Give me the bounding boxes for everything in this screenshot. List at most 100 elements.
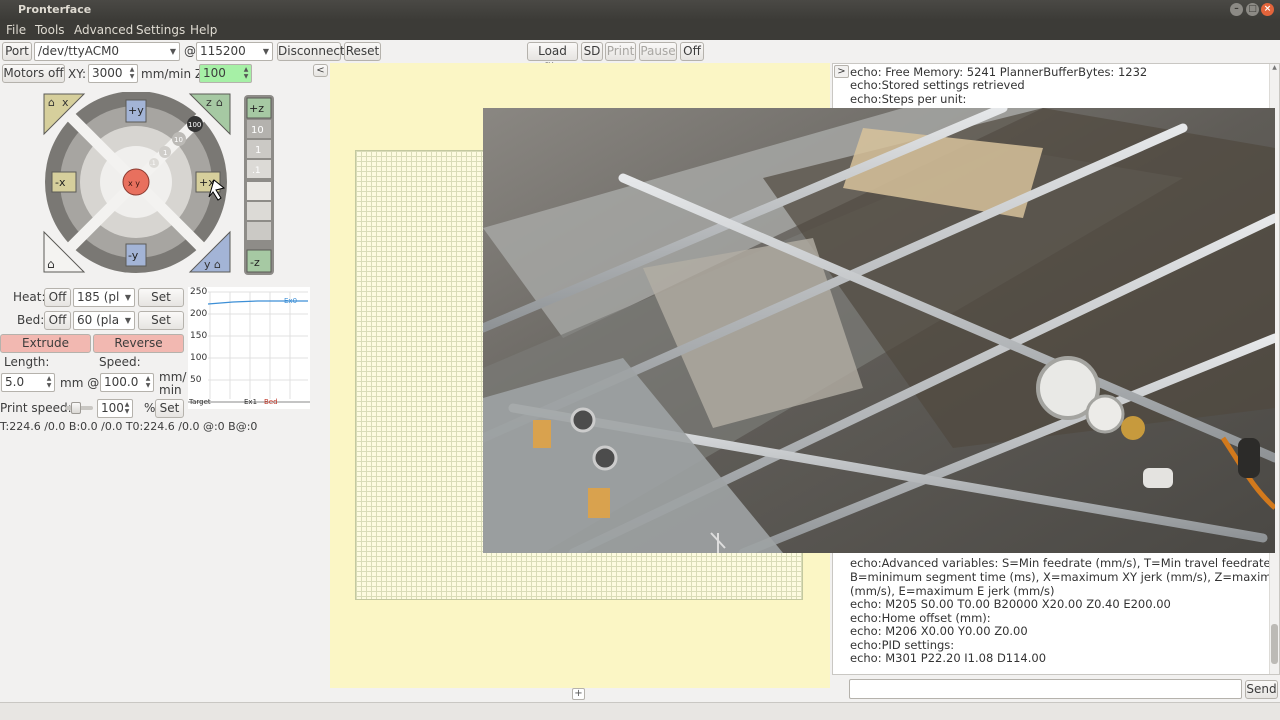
ex0-label: Ex0: [284, 297, 298, 305]
z-step-neg-1-button[interactable]: [247, 202, 271, 220]
minus-z-label: -z: [250, 256, 260, 269]
print-speed-value: 100: [101, 401, 124, 415]
extrude-button[interactable]: Extrude: [0, 334, 91, 353]
add-panel-button[interactable]: +: [572, 688, 585, 700]
graph-ytick: 250: [190, 287, 208, 297]
xy-feedrate-value: 3000: [92, 66, 123, 80]
length-input[interactable]: 5.0 ▲ ▼: [1, 373, 55, 392]
scroll-up-icon[interactable]: ▲: [1270, 64, 1279, 71]
spin-icon: ▲ ▼: [129, 66, 135, 80]
motors-off-button[interactable]: Motors off: [2, 64, 65, 83]
bed-set-button[interactable]: Set: [138, 311, 184, 330]
chevron-down-icon: ▼: [169, 47, 176, 56]
collapse-button[interactable]: <: [313, 64, 328, 77]
heat-off-button[interactable]: Off: [44, 288, 71, 307]
menu-advanced[interactable]: Advanced: [74, 23, 133, 37]
speed-units-label-2: min: [159, 383, 182, 397]
maximize-icon[interactable]: □: [1246, 3, 1259, 16]
home-icon: ⌂: [214, 258, 221, 271]
step-1-label: 1: [163, 149, 167, 157]
chevron-down-icon: ▼: [124, 316, 131, 325]
minus-y-label: -y: [128, 249, 139, 262]
printer-camera-video: [483, 108, 1275, 553]
log-line: echo:Stored settings retrieved: [850, 78, 1025, 92]
length-label: Length:: [4, 355, 50, 369]
plus-y-label: +y: [128, 104, 144, 117]
log-line: echo:Advanced variables: S=Min feedrate …: [850, 556, 1280, 570]
step-0.1-label: .1: [150, 160, 156, 167]
z-jog-control[interactable]: +z 10 1 .1 -z: [243, 94, 275, 276]
graph-ytick: 50: [190, 375, 202, 385]
log-line: echo:PID settings:: [850, 638, 955, 652]
pause-button[interactable]: Pause: [639, 42, 677, 61]
menu-help[interactable]: Help: [190, 23, 217, 37]
port-button[interactable]: Port: [2, 42, 32, 61]
step-100-label: 100: [188, 121, 201, 129]
home-icon: ⌂: [48, 96, 55, 109]
disconnect-button[interactable]: Disconnect: [277, 42, 345, 61]
off-button[interactable]: Off: [680, 42, 704, 61]
log-line: echo: M206 X0.00 Y0.00 Z0.00: [850, 624, 1028, 638]
heat-temp-value: 185 (pl: [77, 290, 120, 304]
plus-z-label: +z: [249, 102, 264, 115]
port-combo[interactable]: /dev/ttyACM0 ▼: [34, 42, 180, 61]
center-label: x y: [128, 179, 140, 188]
menu-settings[interactable]: Settings: [136, 23, 185, 37]
log-scrollbar-thumb[interactable]: [1271, 624, 1278, 664]
port-value: /dev/ttyACM0: [38, 44, 120, 58]
status-bar: [0, 702, 1280, 720]
graph-ytick: 150: [190, 331, 208, 341]
baud-value: 115200: [200, 44, 246, 58]
z-step-10-label: 10: [251, 125, 264, 136]
baud-combo[interactable]: 115200 ▼: [196, 42, 273, 61]
z-step-neg-0.1-button[interactable]: [247, 182, 271, 200]
step-10-label: 10: [174, 136, 183, 144]
sd-button[interactable]: SD: [581, 42, 603, 61]
xy-jog-control[interactable]: ⌂ x z ⌂ ⌂ y ⌂ +y -y -x +x x y 100 10 1 .…: [42, 92, 234, 278]
window-title: Pronterface: [18, 3, 92, 16]
z-step-neg-10-button[interactable]: [247, 222, 271, 240]
length-value: 5.0: [5, 375, 25, 389]
expand-button[interactable]: >: [834, 65, 849, 78]
menu-tools[interactable]: Tools: [35, 23, 65, 37]
heat-set-button[interactable]: Set: [138, 288, 184, 307]
connection-toolbar: Port /dev/ttyACM0 ▼ @ 115200 ▼ Disconnec…: [0, 40, 1280, 75]
load-file-button[interactable]: Load file: [527, 42, 578, 75]
print-speed-slider-handle[interactable]: [71, 402, 81, 414]
mm-at-label: mm @: [60, 376, 100, 390]
minimize-icon[interactable]: –: [1230, 3, 1243, 16]
z-feedrate-input[interactable]: 100 ▲ ▼: [199, 64, 252, 83]
log-line: (mm/s), E=maximum E jerk (mm/s): [850, 584, 1055, 598]
bed-label: Bed:: [17, 313, 45, 327]
close-icon[interactable]: ×: [1261, 3, 1274, 16]
reset-button[interactable]: Reset: [344, 42, 381, 61]
bed-off-button[interactable]: Off: [44, 311, 71, 330]
home-icon: ⌂: [47, 257, 55, 271]
z-step-0.1-label: .1: [252, 166, 261, 176]
z-step-1-label: 1: [255, 145, 261, 156]
log-line: echo: M205 S0.00 T0.00 B20000 X20.00 Z0.…: [850, 597, 1171, 611]
minus-x-label: -x: [55, 176, 66, 189]
bed-temp-combo[interactable]: 60 (pla ▼: [73, 311, 135, 330]
reverse-button[interactable]: Reverse: [93, 334, 184, 353]
command-input[interactable]: [849, 679, 1242, 699]
xy-feedrate-input[interactable]: 3000 ▲ ▼: [88, 64, 138, 83]
legend-ex1: Ex1: [244, 398, 258, 406]
legend-bed: Bed: [264, 398, 278, 406]
spin-icon: ▲ ▼: [243, 66, 249, 80]
send-button[interactable]: Send: [1245, 680, 1278, 699]
print-speed-input[interactable]: 100 ▲ ▼: [97, 399, 133, 418]
percent-label: %: [144, 401, 156, 415]
heat-temp-combo[interactable]: 185 (pl ▼: [73, 288, 135, 307]
spin-icon: ▲ ▼: [46, 375, 52, 389]
print-speed-set-button[interactable]: Set: [155, 399, 184, 418]
spin-icon: ▲ ▼: [124, 401, 130, 415]
speed-input[interactable]: 100.0 ▲ ▼: [100, 373, 154, 392]
home-y-label: y: [204, 258, 211, 271]
print-speed-slider[interactable]: [65, 402, 93, 414]
menu-file[interactable]: File: [6, 23, 26, 37]
units-label: mm/min Z:: [141, 67, 208, 81]
log-line: echo:Home offset (mm):: [850, 611, 991, 625]
print-button[interactable]: Print: [605, 42, 636, 61]
chevron-down-icon: ▼: [262, 47, 269, 56]
